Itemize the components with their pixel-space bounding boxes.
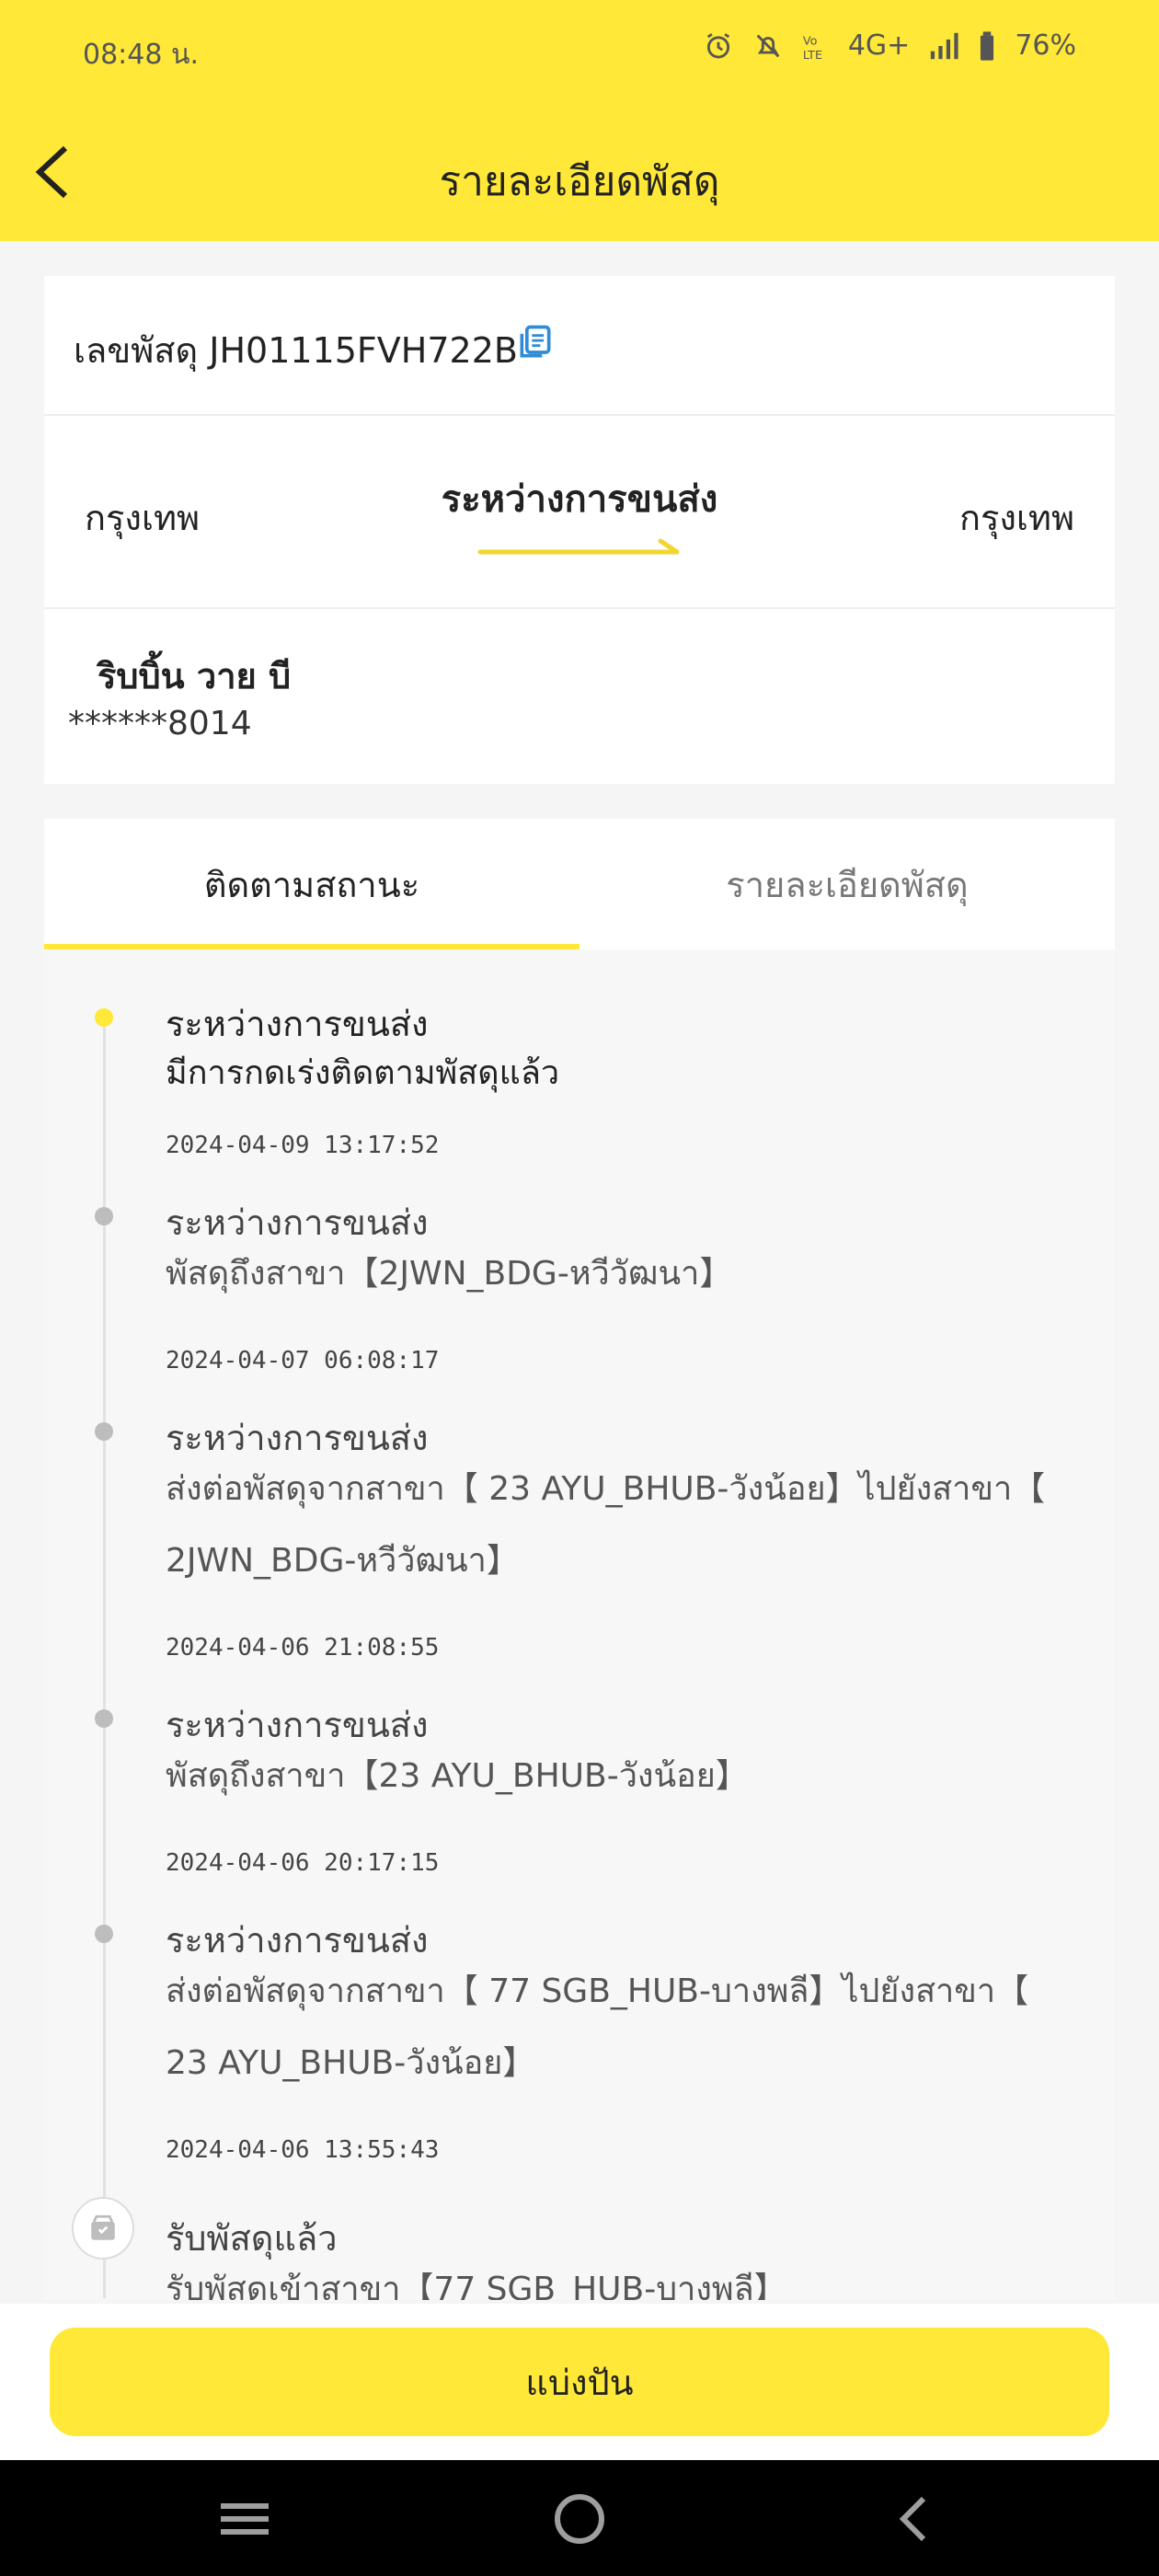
- event-description: ส่งต่อพัสดุจากสาขา【 23 AYU_BHUB-วังน้อย】…: [166, 1470, 1046, 1580]
- share-button[interactable]: แบ่งปัน: [50, 2328, 1109, 2436]
- status-bar: 08:48 น. Vo LTE 4G+ 76%: [0, 0, 1159, 101]
- event-timestamp: 2024-04-06 21:08:55: [166, 1634, 440, 1662]
- receiver-info: ริบบิ้น วาย บี ******8014: [44, 609, 1115, 784]
- timeline-dot: [95, 1207, 113, 1225]
- mute-icon: [756, 34, 780, 57]
- timeline-dot: [95, 1925, 113, 1943]
- tab-parcel-details[interactable]: รายละเอียดพัสดุ: [580, 819, 1115, 949]
- event-timestamp: 2024-04-09 13:17:52: [166, 1132, 440, 1159]
- timeline-dot: [95, 1008, 113, 1027]
- shipment-status: ระหว่างการขนส่ง: [441, 478, 718, 521]
- svg-text:Vo: Vo: [803, 34, 818, 48]
- alarm-icon: [706, 32, 729, 58]
- nav-home-button[interactable]: [546, 2486, 613, 2552]
- package-icon: [91, 2214, 115, 2240]
- volte-icon: VoLTE: [803, 34, 822, 62]
- copy-icon[interactable]: [515, 322, 556, 362]
- timeline-dot: [95, 1422, 113, 1441]
- signal-icon: [931, 32, 958, 59]
- route-arrow-icon: [477, 538, 680, 555]
- network-type: 4G+: [847, 29, 911, 62]
- destination-city: กรุงเทพ: [958, 498, 1074, 538]
- event-description: พัสดุถึงสาขา【23 AYU_BHUB-วังน้อย】: [166, 1757, 749, 1795]
- status-time: 08:48 น.: [83, 39, 200, 71]
- timeline-dot: [95, 1709, 113, 1728]
- tab-bar: ติดตามสถานะ รายละเอียดพัสดุ: [44, 819, 1115, 949]
- nav-home-icon: [555, 2494, 604, 2544]
- bottom-action-area: แบ่งปัน: [0, 2304, 1159, 2460]
- nav-recents-icon: [221, 2503, 269, 2535]
- event-timestamp: 2024-04-07 06:08:17: [166, 1347, 440, 1374]
- package-icon-badge: [72, 2197, 134, 2260]
- nav-back-icon: [899, 2496, 926, 2542]
- battery-icon: [981, 30, 994, 61]
- nav-recents-button[interactable]: [212, 2486, 278, 2552]
- page-title: รายละเอียดพัสดุ: [439, 158, 720, 205]
- event-description: ส่งต่อพัสดุจากสาขา【 77 SGB_HUB-บางพลี】ไป…: [166, 1972, 1029, 2082]
- route-row: กรุงเทพ ระหว่างการขนส่ง กรุงเทพ: [44, 416, 1115, 609]
- event-timestamp: 2024-04-06 20:17:15: [166, 1849, 440, 1877]
- tracking-number-row: เลขพัสดุ JH01115FVH722B: [44, 276, 1115, 416]
- event-timestamp: 2024-04-06 13:55:43: [166, 2136, 440, 2164]
- tracking-number: เลขพัสดุ JH01115FVH722B: [74, 330, 518, 371]
- receiver-phone: ******8014: [68, 705, 252, 742]
- status-timeline: ระหว่างการขนส่ง มีการกดเร่งติดตามพัสดุแล…: [44, 949, 1115, 2300]
- event-description: รับพัสดุเข้าสาขา【77 SGB_HUB-บางพลี】: [166, 2271, 787, 2300]
- app-bar: รายละเอียดพัสดุ: [0, 101, 1159, 241]
- battery-level: 76%: [1015, 29, 1076, 62]
- event-description: มีการกดเร่งติดตามพัสดุแล้ว: [166, 1054, 560, 1092]
- timeline-line: [103, 1010, 106, 2298]
- svg-text:LTE: LTE: [803, 49, 822, 62]
- tracking-card: ติดตามสถานะ รายละเอียดพัสดุ ระหว่างการขน…: [44, 819, 1115, 2300]
- receiver-name: ริบบิ้น วาย บี: [98, 656, 292, 696]
- nav-back-button[interactable]: [879, 2486, 946, 2552]
- event-description: พัสดุถึงสาขา【2JWN_BDG-หวีวัฒนา】: [166, 1255, 733, 1293]
- status-icons: Vo LTE 4G+ 76%: [703, 29, 1076, 62]
- tab-track-status[interactable]: ติดตามสถานะ: [44, 819, 580, 949]
- parcel-summary-card: เลขพัสดุ JH01115FVH722B กรุงเทพ ระหว่างก…: [44, 276, 1115, 784]
- system-navigation-bar: [0, 2460, 1159, 2576]
